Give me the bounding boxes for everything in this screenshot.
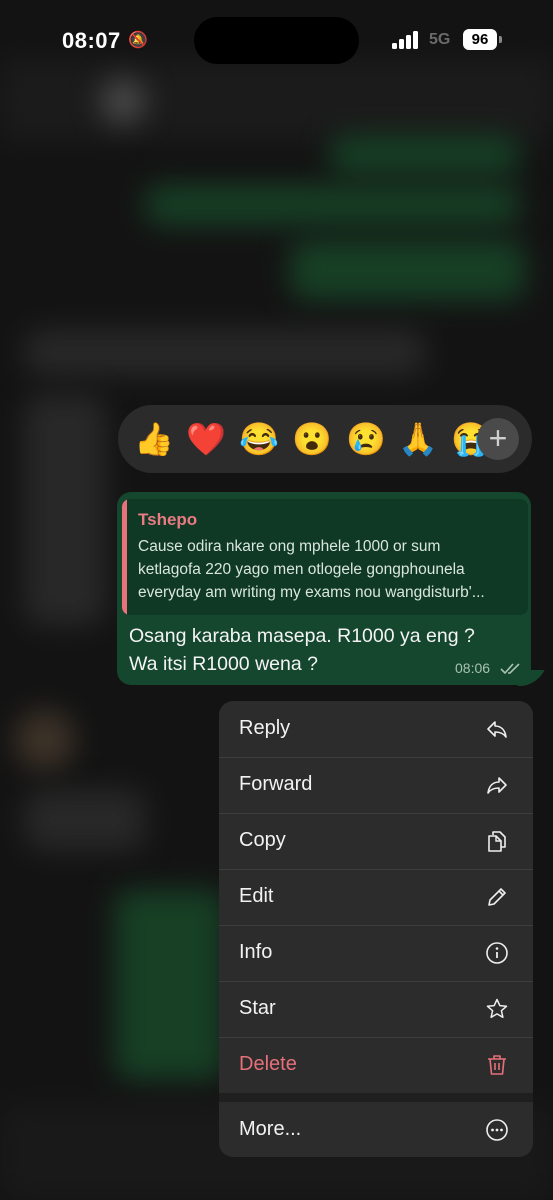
dynamic-island bbox=[194, 17, 359, 64]
reaction-sad[interactable]: 😢 bbox=[346, 419, 386, 459]
message-time: 08:06 bbox=[455, 660, 491, 676]
copy-icon bbox=[488, 831, 506, 852]
reaction-laugh[interactable]: 😂 bbox=[239, 419, 279, 459]
battery-icon: 96 bbox=[463, 29, 497, 50]
read-ticks-icon bbox=[500, 663, 520, 675]
reply-icon bbox=[487, 721, 507, 738]
menu-item-label: Forward bbox=[239, 773, 313, 795]
reaction-bar: 👍 ❤️ 😂 😮 😢 🙏 😭 bbox=[118, 405, 532, 473]
more-reactions-button[interactable]: + bbox=[477, 418, 519, 460]
menu-item-info[interactable]: Info bbox=[219, 925, 533, 981]
menu-item-delete[interactable]: Delete bbox=[219, 1037, 533, 1093]
menu-section-gap bbox=[219, 1093, 533, 1102]
quote-author: Tshepo bbox=[138, 510, 198, 529]
more-icon bbox=[486, 1119, 508, 1141]
info-icon bbox=[486, 942, 508, 964]
quote-accent-bar bbox=[122, 499, 127, 615]
menu-item-star[interactable]: Star bbox=[219, 981, 533, 1037]
menu-item-forward[interactable]: Forward bbox=[219, 757, 533, 813]
battery-tip bbox=[499, 36, 502, 43]
reaction-heart[interactable]: ❤️ bbox=[186, 419, 226, 459]
quote-line: ketlagofa 220 yago men otlogele gongphou… bbox=[138, 561, 465, 578]
status-time: 08:07 bbox=[62, 28, 121, 53]
menu-item-reply[interactable]: Reply bbox=[219, 701, 533, 757]
quoted-message[interactable]: Tshepo Cause odira nkare ong mphele 1000… bbox=[122, 499, 528, 615]
star-icon bbox=[486, 998, 508, 1019]
signal-icon bbox=[392, 31, 420, 49]
menu-item-edit[interactable]: Edit bbox=[219, 869, 533, 925]
context-menu: Reply Forward Copy Edit Info Star Delete… bbox=[219, 701, 533, 1157]
quote-text: Cause odira nkare ong mphele 1000 or sum… bbox=[138, 535, 516, 604]
forward-icon bbox=[487, 777, 507, 794]
menu-item-more[interactable]: More... bbox=[219, 1102, 533, 1157]
status-bar: 08:07 🔕 5G 96 bbox=[0, 0, 553, 80]
menu-item-label: Star bbox=[239, 997, 276, 1019]
trash-icon bbox=[488, 1055, 506, 1075]
menu-item-label: Delete bbox=[239, 1053, 297, 1075]
menu-item-label: More... bbox=[239, 1118, 302, 1140]
menu-item-label: Copy bbox=[239, 829, 286, 851]
menu-item-copy[interactable]: Copy bbox=[219, 813, 533, 869]
network-type: 5G bbox=[429, 31, 451, 48]
mute-bell-icon: 🔕 bbox=[128, 32, 148, 49]
message-line: Osang karaba masepa. R1000 ya eng ? bbox=[129, 625, 475, 647]
menu-item-label: Reply bbox=[239, 717, 291, 739]
menu-item-label: Edit bbox=[239, 885, 274, 907]
reaction-pray[interactable]: 🙏 bbox=[398, 419, 438, 459]
quote-line: Cause odira nkare ong mphele 1000 or sum bbox=[138, 538, 441, 555]
pencil-icon bbox=[488, 888, 506, 906]
reaction-surprised[interactable]: 😮 bbox=[292, 419, 332, 459]
menu-item-label: Info bbox=[239, 941, 273, 963]
quote-line: everyday am writing my exams nou wangdis… bbox=[138, 584, 485, 601]
reaction-thumbs-up[interactable]: 👍 bbox=[134, 419, 174, 459]
